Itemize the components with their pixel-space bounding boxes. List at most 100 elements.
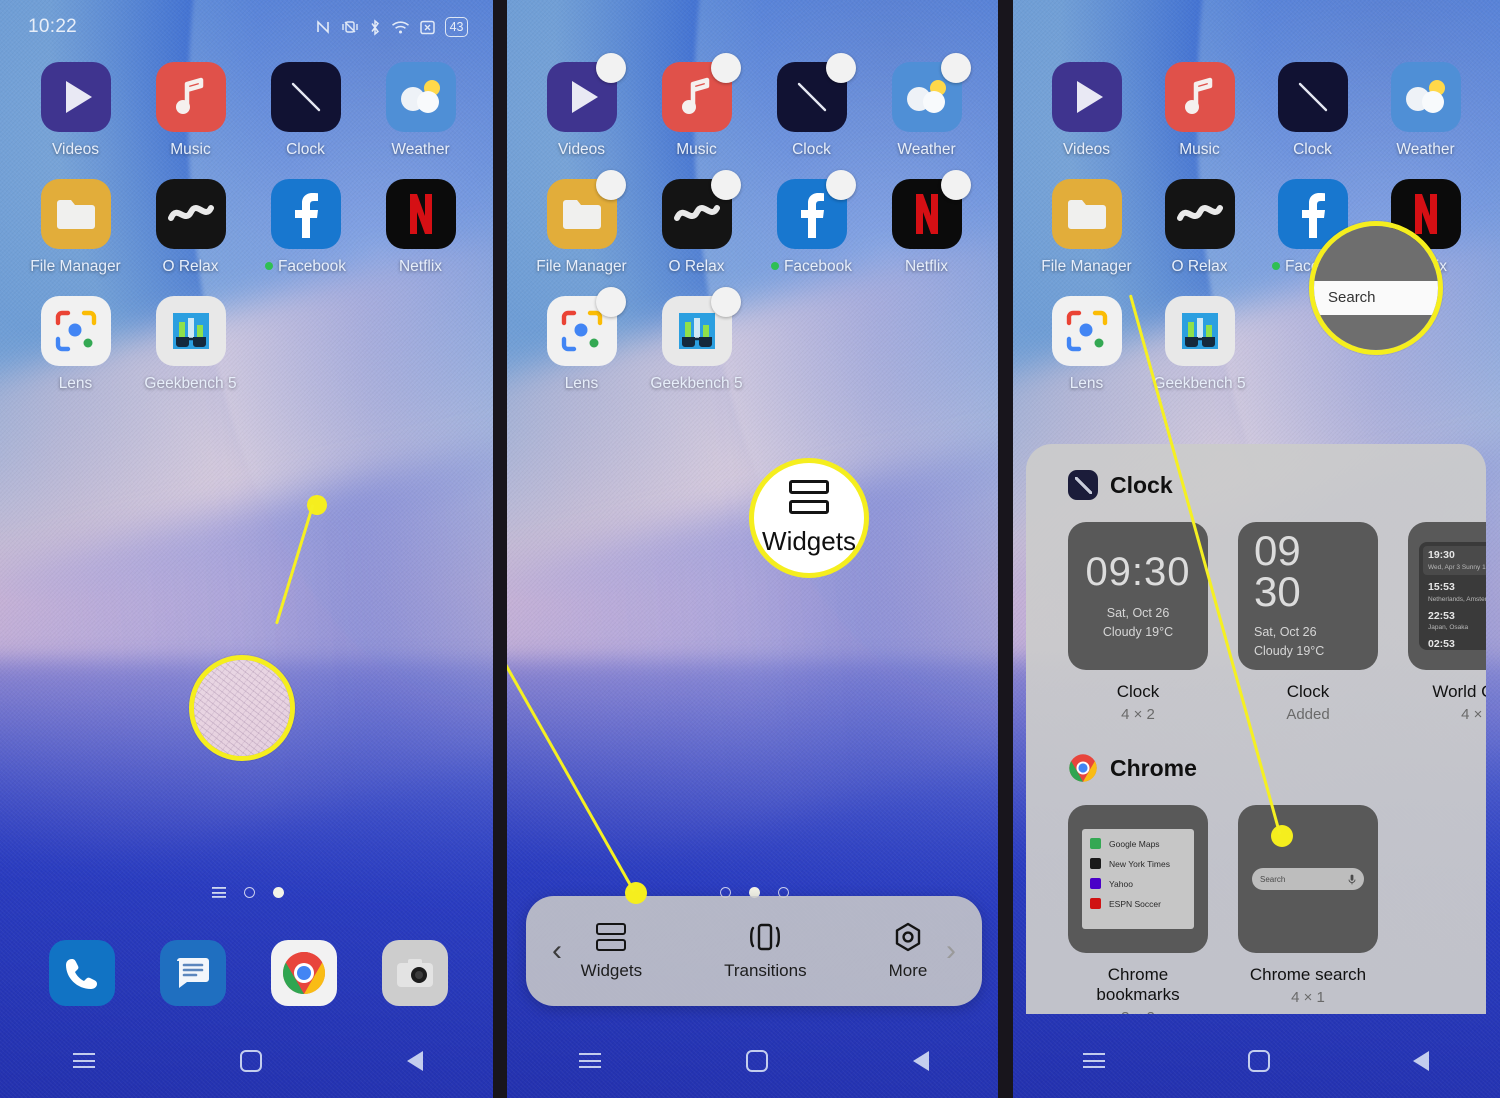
home-icon[interactable]	[745, 1050, 768, 1072]
toolbar-transitions-button[interactable]: Transitions	[724, 922, 807, 981]
page-dot[interactable]	[244, 887, 255, 898]
preview-time: 09:30	[1085, 550, 1191, 595]
phone-icon[interactable]	[48, 940, 115, 1006]
app-videos[interactable]: Videos	[18, 62, 133, 159]
app-videos[interactable]: Videos	[1030, 62, 1143, 159]
app-label: Lens	[58, 375, 93, 392]
app-facebook[interactable]: Facebook	[754, 170, 869, 276]
app-clock[interactable]: Clock	[248, 62, 363, 159]
tutorial-screenshot: 10:22 43 Videos Music Clock Weather File…	[0, 0, 1500, 1098]
widget-card-clock-stacked[interactable]: 09 30 Sat, Oct 26 Cloudy 19°C Clock Adde…	[1238, 522, 1378, 723]
chrome-app-icon	[1068, 753, 1098, 783]
app-o-relax[interactable]: O Relax	[639, 170, 754, 276]
edit-badge[interactable]	[595, 170, 626, 200]
bookmark-item: Yahoo	[1090, 878, 1186, 889]
app-clock[interactable]: Clock	[754, 53, 869, 159]
app-weather[interactable]: Weather	[363, 62, 478, 159]
page-indicator[interactable]	[0, 887, 496, 898]
app-label: O Relax	[1171, 258, 1228, 275]
sim-x-icon	[419, 20, 435, 34]
app-lens[interactable]: Lens	[1030, 296, 1143, 393]
toolbar-widgets-button[interactable]: Widgets	[581, 922, 642, 981]
o-relax-icon	[155, 179, 226, 249]
widget-name: Chrome bookmarks	[1096, 965, 1180, 1004]
app-geekbench[interactable]: Geekbench 5	[133, 296, 248, 393]
back-icon[interactable]	[913, 1051, 930, 1071]
app-videos[interactable]: Videos	[524, 53, 639, 159]
app-file-manager[interactable]: File Manager	[1030, 179, 1143, 276]
widget-preview: 19:30 Wed, Apr 3 Sunny 19°c 15:53 Nether…	[1408, 522, 1486, 670]
app-o-relax[interactable]: O Relax	[1143, 179, 1256, 276]
music-icon	[1164, 62, 1235, 132]
notification-dot	[264, 262, 273, 270]
messages-icon[interactable]	[159, 940, 226, 1006]
camera-icon[interactable]	[381, 940, 448, 1006]
bookmark-item: New York Times	[1090, 858, 1186, 869]
home-icon[interactable]	[1247, 1050, 1270, 1072]
app-music[interactable]: Music	[1143, 62, 1256, 159]
app-label: Music	[170, 141, 211, 158]
app-clock[interactable]: Clock	[1256, 62, 1369, 159]
home-icon[interactable]	[239, 1050, 262, 1072]
toolbar-prev-arrow[interactable]: ‹	[544, 936, 570, 966]
edit-badge[interactable]	[710, 287, 741, 317]
app-weather[interactable]: Weather	[869, 53, 984, 159]
file-manager-icon	[40, 179, 111, 249]
app-lens[interactable]: Lens	[18, 296, 133, 393]
widget-card-chrome-search[interactable]: Search Chrome search 4 × 1	[1238, 805, 1378, 1006]
widget-preview: Google Maps New York Times Yahoo ESPN So…	[1068, 805, 1208, 953]
section-title: Clock	[1110, 471, 1173, 498]
app-label: Videos	[51, 141, 100, 158]
edit-badge[interactable]	[940, 170, 971, 200]
app-label: File Manager	[1041, 258, 1132, 275]
widget-card-chrome-bookmarks[interactable]: Google Maps New York Times Yahoo ESPN So…	[1068, 805, 1208, 1014]
page-menu-icon[interactable]	[212, 887, 226, 898]
back-icon[interactable]	[1412, 1051, 1429, 1071]
app-file-manager[interactable]: File Manager	[18, 179, 133, 276]
status-bar: 10:22 43	[0, 0, 496, 54]
app-label: Weather	[897, 141, 956, 158]
back-icon[interactable]	[407, 1051, 424, 1071]
app-lens[interactable]: Lens	[524, 287, 639, 393]
callout-anchor-dot	[1271, 825, 1293, 847]
phone-panel-1: 10:22 43 Videos Music Clock Weather File…	[0, 0, 496, 1098]
app-geekbench[interactable]: Geekbench 5	[639, 287, 754, 393]
lens-icon	[1051, 296, 1122, 366]
recents-icon[interactable]	[1083, 1053, 1106, 1069]
edit-badge[interactable]	[940, 53, 971, 83]
app-facebook[interactable]: Facebook	[248, 179, 363, 276]
edit-badge[interactable]	[595, 53, 626, 83]
app-o-relax[interactable]: O Relax	[133, 179, 248, 276]
toolbar-next-arrow[interactable]: ›	[938, 936, 964, 966]
app-file-manager[interactable]: File Manager	[524, 170, 639, 276]
widget-name: World Clock	[1432, 682, 1486, 701]
widget-card-clock-inline[interactable]: 09:30 Sat, Oct 26 Cloudy 19°C Clock 4 × …	[1068, 522, 1208, 723]
toolbar-more-button[interactable]: More	[889, 922, 927, 981]
app-label: Clock	[286, 141, 325, 158]
edit-badge[interactable]	[825, 170, 856, 200]
edit-badge[interactable]	[825, 53, 856, 83]
widget-card-world-clock[interactable]: 19:30 Wed, Apr 3 Sunny 19°c 15:53 Nether…	[1408, 522, 1486, 723]
widget-name: Clock	[1116, 682, 1160, 701]
facebook-icon	[270, 179, 341, 249]
app-weather[interactable]: Weather	[1369, 62, 1482, 159]
magnifier-chrome-search: Search	[1309, 221, 1443, 355]
widget-section-chrome-header: Chrome	[1026, 753, 1486, 783]
app-label: File Manager	[536, 258, 627, 275]
app-geekbench[interactable]: Geekbench 5	[1143, 296, 1256, 393]
recents-icon[interactable]	[578, 1053, 601, 1069]
app-netflix[interactable]: Netflix	[363, 179, 478, 276]
app-music[interactable]: Music	[133, 62, 248, 159]
app-label: Music	[676, 141, 717, 158]
world-clock-row: 22:53 Japan, Osaka	[1428, 609, 1469, 632]
widget-row-chrome: Google Maps New York Times Yahoo ESPN So…	[1026, 805, 1486, 1014]
edit-badge[interactable]	[710, 53, 741, 83]
edit-badge[interactable]	[595, 287, 626, 317]
chrome-icon[interactable]	[270, 940, 337, 1006]
recents-icon[interactable]	[72, 1053, 95, 1069]
app-music[interactable]: Music	[639, 53, 754, 159]
netflix-icon	[385, 179, 456, 249]
page-dot-active[interactable]	[273, 887, 284, 898]
edit-badge[interactable]	[710, 170, 741, 200]
app-netflix[interactable]: Netflix	[869, 170, 984, 276]
